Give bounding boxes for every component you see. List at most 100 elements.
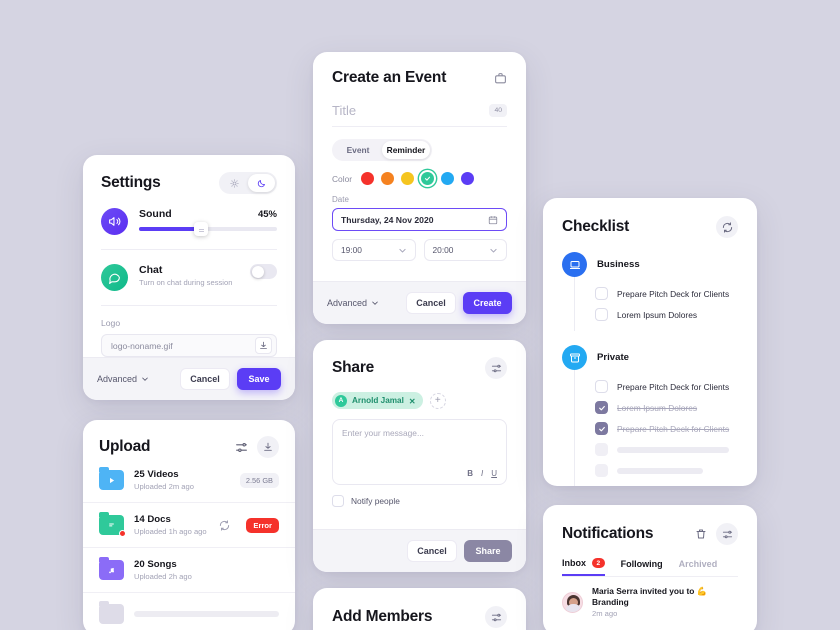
sound-slider[interactable] <box>139 222 277 236</box>
sliders-icon[interactable] <box>485 606 507 628</box>
checklist-group-name: Business <box>597 259 640 270</box>
music-folder-icon <box>99 556 124 580</box>
chat-label: Chat <box>139 264 163 276</box>
event-title-field[interactable]: Title 40 <box>332 103 507 127</box>
segment-event[interactable]: Event <box>334 141 382 159</box>
checklist-item-text: Prepare Pitch Deck for Clients <box>617 381 730 392</box>
checklist-item-text: Lorem Ipsum Dolores <box>617 309 698 320</box>
checklist-item[interactable]: Prepare Pitch Deck for Clients <box>595 283 738 304</box>
color-swatch-red[interactable] <box>361 172 375 185</box>
upload-item-status[interactable]: Error <box>246 517 279 533</box>
recipient-chip[interactable]: A Arnold Jamal ✕ <box>332 392 423 409</box>
tab-following[interactable]: Following <box>621 559 663 575</box>
checklist-checkbox-placeholder <box>595 464 608 477</box>
color-swatch-yellow[interactable] <box>401 172 415 185</box>
trash-icon[interactable] <box>695 528 707 540</box>
chat-sublabel: Turn on chat during session <box>139 278 233 287</box>
checklist-checkbox[interactable] <box>595 308 608 321</box>
message-placeholder: Enter your message... <box>342 428 424 438</box>
checklist-group-header[interactable]: Business <box>562 252 738 277</box>
checklist-items: Prepare Pitch Deck for Clients Lorem Ips… <box>574 370 738 486</box>
italic-button[interactable]: I <box>481 469 483 478</box>
tab-archived[interactable]: Archived <box>679 559 718 575</box>
theme-light-option[interactable] <box>221 174 248 192</box>
checklist-item[interactable]: Lorem Ipsum Dolores <box>595 397 738 418</box>
upload-header-actions <box>235 436 279 458</box>
checklist-item[interactable]: Prepare Pitch Deck for Clients <box>595 376 738 397</box>
checklist-checkbox[interactable] <box>595 380 608 393</box>
upload-row[interactable]: 14 Docs Uploaded 1h ago ago Error <box>83 503 295 547</box>
create-event-footer: Advanced Cancel Create <box>313 281 526 324</box>
event-create-button[interactable]: Create <box>463 292 512 314</box>
checklist-checkbox[interactable] <box>595 287 608 300</box>
tab-inbox[interactable]: Inbox 2 <box>562 558 605 576</box>
checklist-item-text: Prepare Pitch Deck for Clients <box>617 423 730 434</box>
checklist-group-header[interactable]: Private <box>562 345 738 370</box>
underline-button[interactable]: U <box>491 469 497 478</box>
briefcase-icon[interactable] <box>494 72 507 85</box>
checklist-checkbox-checked[interactable] <box>595 401 608 414</box>
avatar <box>562 591 583 613</box>
upload-row[interactable]: 25 Videos Uploaded 2m ago 2.56 GB <box>83 458 295 502</box>
sun-icon <box>230 178 239 188</box>
share-footer: Cancel Share <box>313 529 526 572</box>
upload-item-name: 14 Docs <box>134 514 171 525</box>
checklist-item[interactable]: Lorem Ipsum Dolores <box>595 304 738 325</box>
upload-item-sub: Uploaded 1h ago ago <box>134 527 207 536</box>
bold-button[interactable]: B <box>467 469 473 478</box>
color-swatch-purple[interactable] <box>461 172 475 185</box>
settings-save-button[interactable]: Save <box>237 368 281 390</box>
settings-footer-buttons: Cancel Save <box>180 368 281 390</box>
share-submit-button[interactable]: Share <box>464 540 512 562</box>
refresh-icon[interactable] <box>219 519 230 531</box>
tab-inbox-label: Inbox <box>562 558 586 568</box>
notification-item[interactable]: Maria Serra invited you to 💪 Branding 2m… <box>543 577 757 618</box>
placeholder-bar <box>617 446 729 453</box>
sound-slider-handle[interactable] <box>194 222 209 236</box>
sliders-icon[interactable] <box>716 523 738 545</box>
checklist-item[interactable]: Prepare Pitch Deck for Clients <box>595 418 738 439</box>
event-advanced-button[interactable]: Advanced <box>327 298 379 308</box>
upload-item-sub: Uploaded 2h ago <box>134 572 192 581</box>
notify-people-row[interactable]: Notify people <box>332 495 507 507</box>
upload-row[interactable]: 20 Songs Uploaded 2h ago <box>83 548 295 592</box>
logo-input[interactable]: logo-noname.gif <box>101 334 277 357</box>
time-range: 19:00 20:00 <box>332 239 507 261</box>
calendar-icon[interactable] <box>488 215 498 225</box>
upload-title: Upload <box>99 438 151 455</box>
settings-advanced-button[interactable]: Advanced <box>97 374 149 384</box>
share-cancel-button[interactable]: Cancel <box>407 540 457 562</box>
checklist-checkbox-checked[interactable] <box>595 422 608 435</box>
notification-text: Maria Serra invited you to 💪 Branding <box>592 586 708 607</box>
color-swatch-orange[interactable] <box>381 172 395 185</box>
theme-toggle[interactable] <box>219 172 277 194</box>
event-type-segmented-control[interactable]: Event Reminder <box>332 139 432 161</box>
settings-cancel-button[interactable]: Cancel <box>180 368 230 390</box>
logo-upload-button[interactable] <box>255 337 272 354</box>
create-event-title: Create an Event <box>332 69 447 86</box>
logo-field-label: Logo <box>101 318 121 328</box>
chat-toggle[interactable] <box>250 264 277 279</box>
checklist-items: Prepare Pitch Deck for Clients Lorem Ips… <box>574 277 738 331</box>
color-swatch-blue[interactable] <box>441 172 455 185</box>
theme-dark-option[interactable] <box>248 174 275 192</box>
start-time-select[interactable]: 19:00 <box>332 239 416 261</box>
segment-reminder[interactable]: Reminder <box>382 141 430 159</box>
add-recipient-button[interactable]: + <box>429 392 446 409</box>
notify-people-checkbox[interactable] <box>332 495 344 507</box>
add-members-title: Add Members <box>332 608 433 625</box>
refresh-icon[interactable] <box>716 216 738 238</box>
date-input[interactable]: Thursday, 24 Nov 2020 <box>332 208 507 231</box>
close-icon[interactable]: ✕ <box>409 396 416 406</box>
sliders-icon[interactable] <box>485 357 507 379</box>
upload-card: Upload 25 Videos Uploaded 2m ago 2.56 GB <box>83 420 295 630</box>
end-time-select[interactable]: 20:00 <box>423 239 507 261</box>
event-cancel-button[interactable]: Cancel <box>406 292 456 314</box>
upload-download-button[interactable] <box>257 436 279 458</box>
color-swatch-green-selected[interactable] <box>421 172 435 185</box>
share-title: Share <box>332 359 375 376</box>
date-label: Date <box>332 195 349 204</box>
message-textarea[interactable]: Enter your message... B I U <box>332 419 507 485</box>
chevron-down-icon <box>371 299 379 307</box>
sliders-icon[interactable] <box>235 441 248 454</box>
